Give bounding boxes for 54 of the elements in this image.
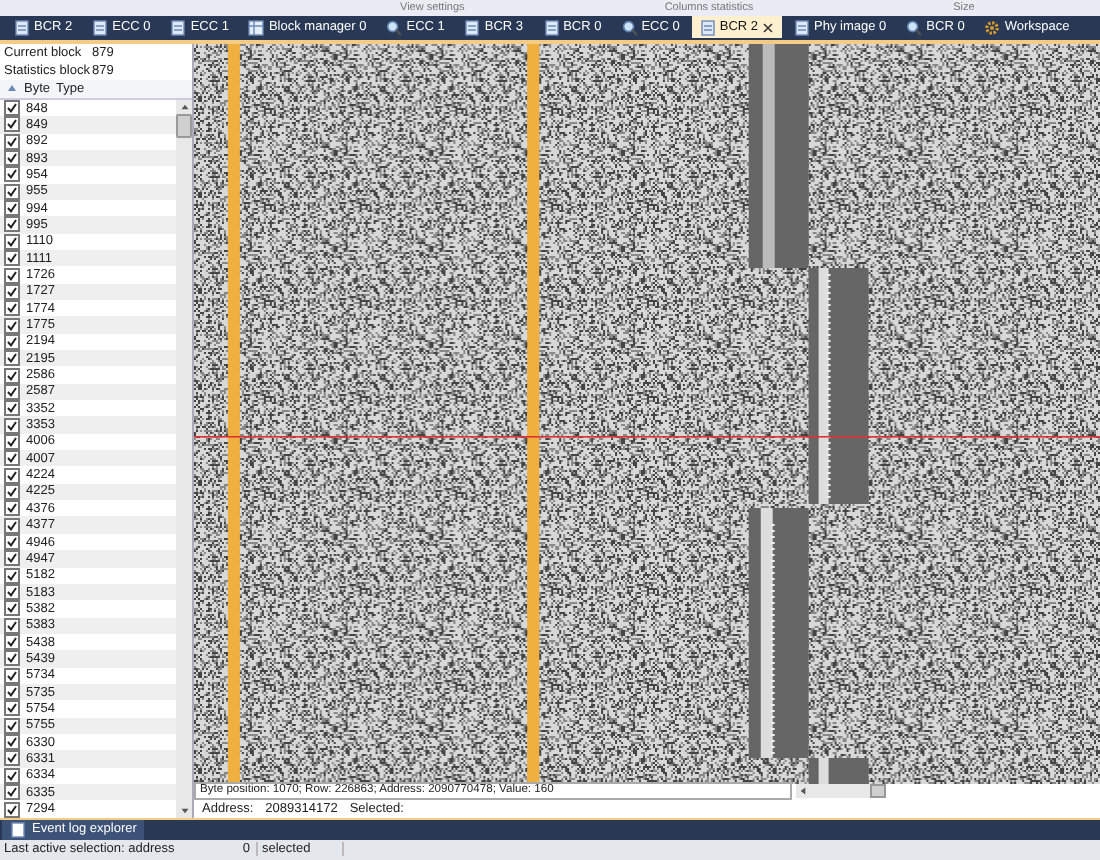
document-icon <box>464 19 481 36</box>
checkbox[interactable] <box>4 500 20 517</box>
document-icon <box>10 821 26 838</box>
document-icon <box>699 19 716 36</box>
checkbox[interactable] <box>4 350 20 367</box>
grid-icon <box>248 19 265 36</box>
checkbox[interactable] <box>4 517 20 534</box>
checkbox[interactable] <box>4 617 20 634</box>
checkbox[interactable] <box>4 801 20 817</box>
close-icon[interactable] <box>762 21 775 34</box>
checkbox[interactable] <box>4 600 20 617</box>
checkbox[interactable] <box>4 116 20 133</box>
scroll-thumb[interactable] <box>870 784 886 799</box>
checkbox[interactable] <box>4 550 20 567</box>
document-icon <box>14 19 30 36</box>
vertical-scrollbar[interactable] <box>176 99 192 818</box>
checkbox[interactable] <box>4 717 20 734</box>
checkbox[interactable] <box>4 367 20 384</box>
checkbox[interactable] <box>4 417 20 434</box>
scroll-down-icon[interactable] <box>177 803 191 818</box>
checkbox[interactable] <box>4 534 20 550</box>
checkbox[interactable] <box>4 750 20 767</box>
checkbox[interactable] <box>4 200 20 217</box>
checkbox[interactable] <box>4 634 20 651</box>
checkbox[interactable] <box>4 216 20 233</box>
checkbox[interactable] <box>4 450 20 467</box>
horizontal-scrollbar[interactable] <box>796 784 886 799</box>
checkbox[interactable] <box>4 166 20 183</box>
scroll-thumb[interactable] <box>176 113 192 138</box>
document-icon <box>170 19 187 36</box>
magnifier-icon <box>906 19 923 36</box>
checkbox[interactable] <box>4 584 20 601</box>
scroll-left-icon[interactable] <box>796 784 810 799</box>
checkbox[interactable] <box>4 317 20 334</box>
checkbox[interactable] <box>4 150 20 167</box>
checkbox[interactable] <box>4 400 20 417</box>
checkbox[interactable] <box>4 784 20 801</box>
checkbox[interactable] <box>4 250 20 267</box>
checkbox[interactable] <box>4 300 20 317</box>
magnifier-icon <box>386 19 403 36</box>
magnifier-icon <box>621 19 638 36</box>
checkbox[interactable] <box>4 467 20 484</box>
checkbox[interactable] <box>4 684 20 701</box>
checkbox[interactable] <box>4 267 20 283</box>
checkbox[interactable] <box>4 650 20 667</box>
checkbox[interactable] <box>4 700 20 717</box>
document-icon <box>543 19 560 36</box>
document-icon <box>92 19 109 36</box>
gear-icon <box>984 19 1001 36</box>
sort-icon[interactable] <box>6 82 18 95</box>
checkbox[interactable] <box>4 100 20 117</box>
checkbox[interactable] <box>4 183 20 200</box>
checkbox[interactable] <box>4 734 20 751</box>
document-icon <box>794 19 811 36</box>
